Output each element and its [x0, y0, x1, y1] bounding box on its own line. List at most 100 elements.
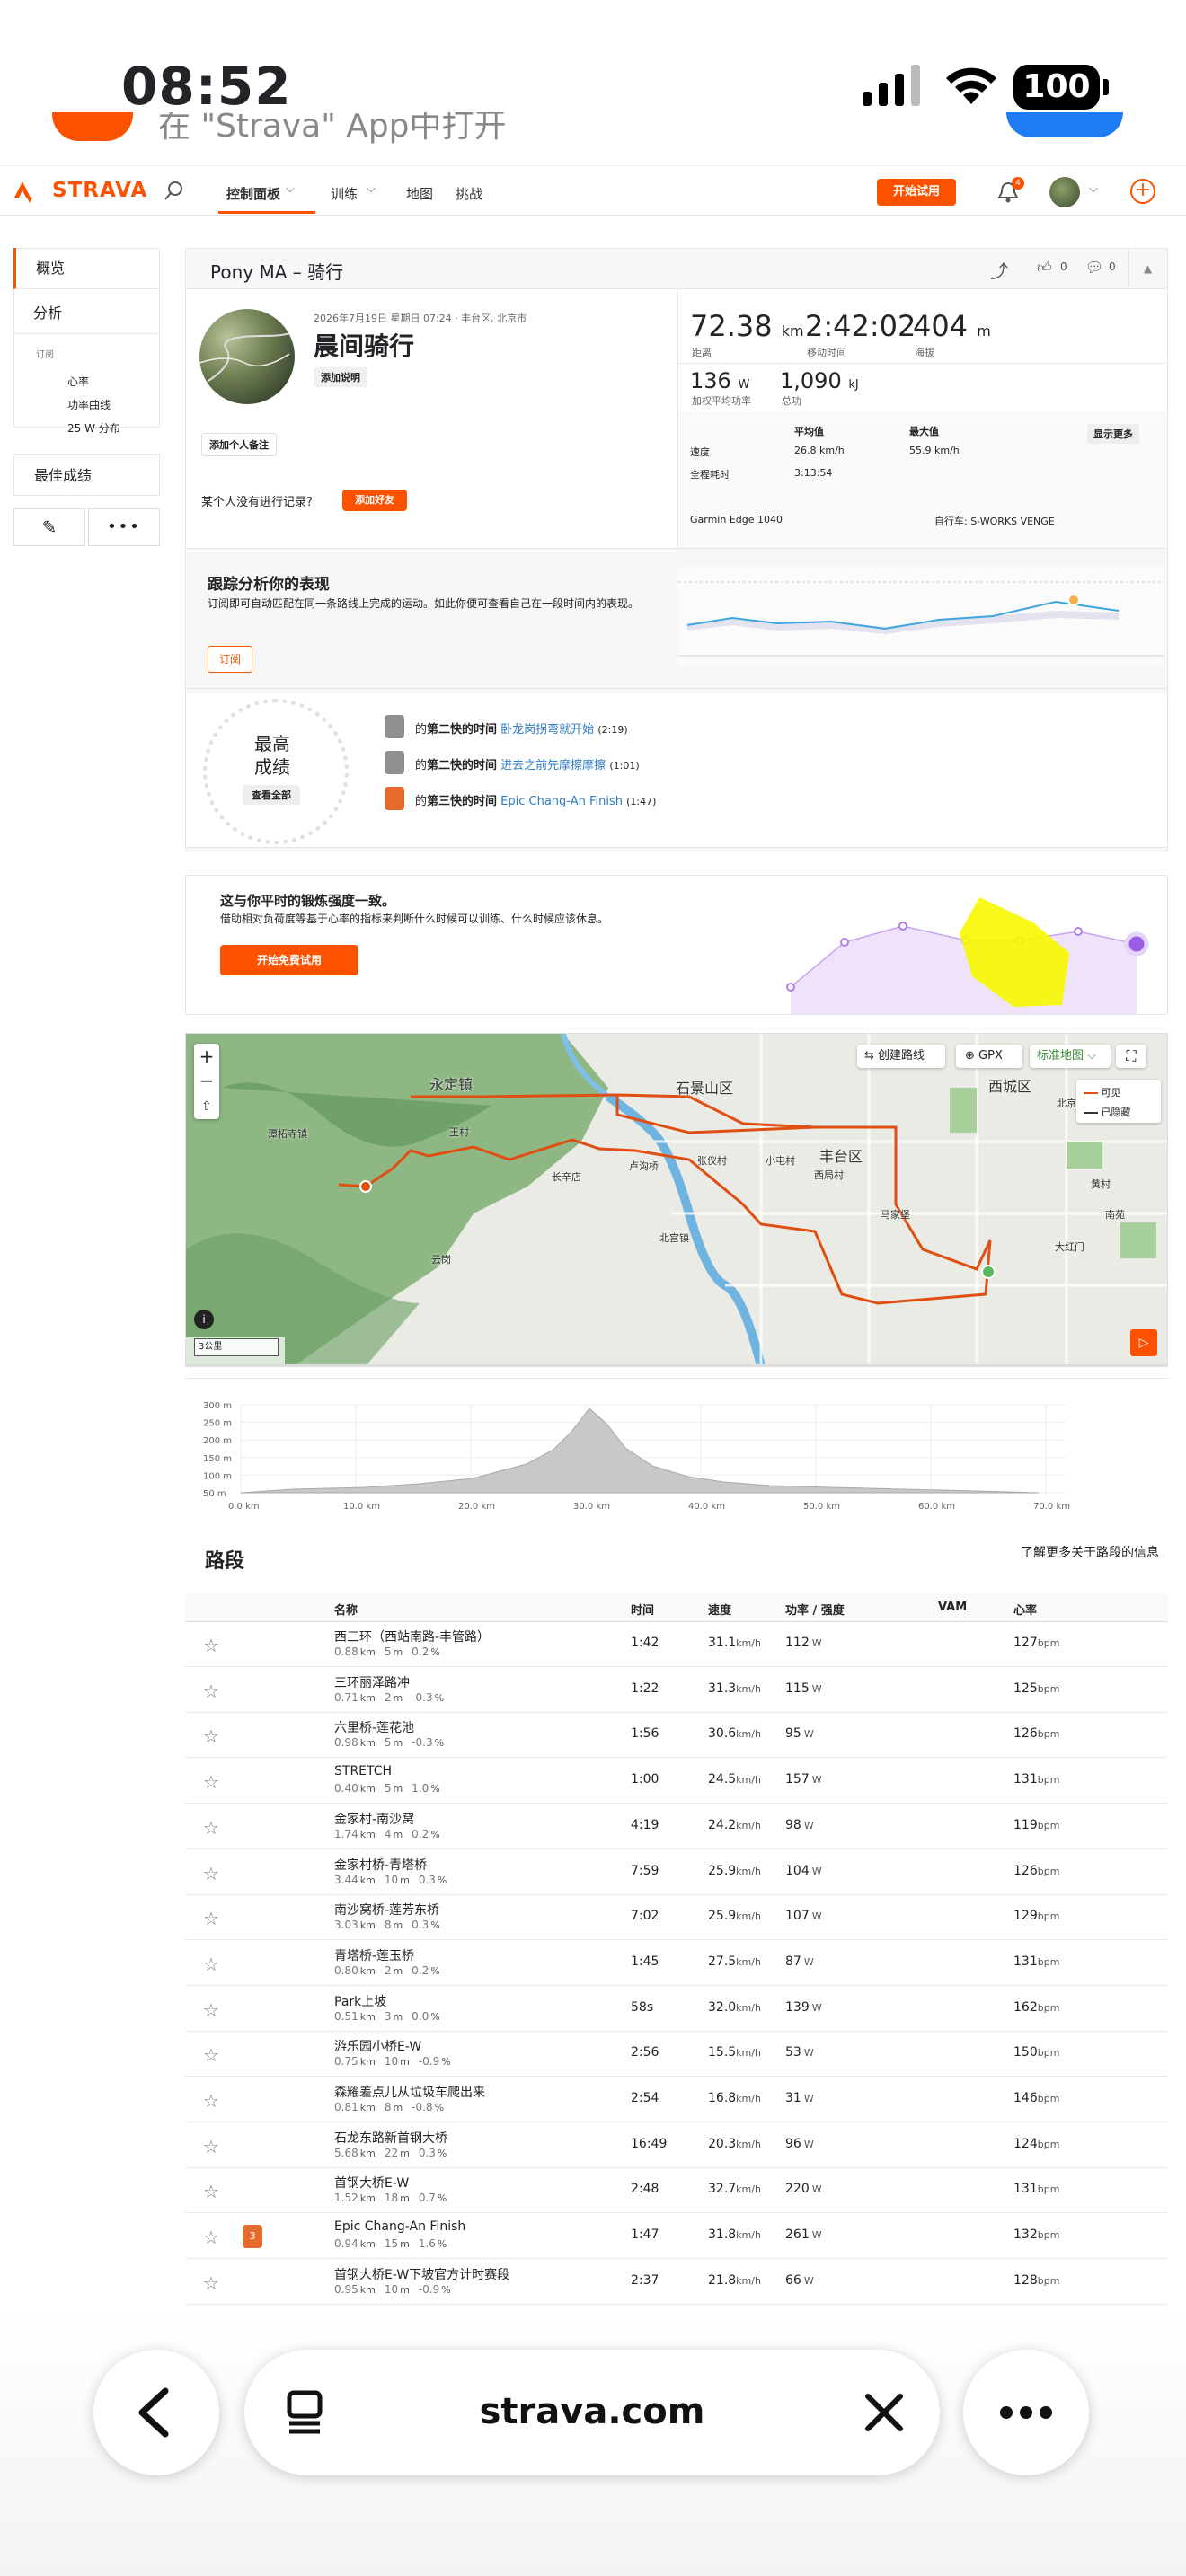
- segments-column-header[interactable]: VAM: [938, 1601, 967, 1614]
- open-in-app-banner[interactable]: 在 "Strava" App中打开: [0, 112, 1186, 166]
- best-effort-segment-link[interactable]: Epic Chang-An Finish: [500, 795, 623, 808]
- map-resize-handle[interactable]: [185, 1365, 1168, 1367]
- strava-logo-icon[interactable]: [14, 181, 34, 203]
- segment-name-link[interactable]: 六里桥-莲花池: [334, 1718, 414, 1736]
- segments-column-header[interactable]: 速度: [708, 1601, 731, 1618]
- info-icon[interactable]: i: [194, 1310, 214, 1329]
- best-effort-item[interactable]: 的第二快的时间 进去之前先摩擦摩擦 (1:01): [415, 755, 640, 772]
- add-plus-icon[interactable]: +: [1130, 179, 1155, 204]
- segment-row[interactable]: ☆ 三环丽泽路冲 0.71 km 2 m -0.3% 1:22 31.3km/h 115 W 125b…: [185, 1668, 1168, 1713]
- segment-name-link[interactable]: 青塔桥-莲玉桥: [334, 1946, 414, 1964]
- edit-pencil-icon[interactable]: ✎: [13, 508, 85, 546]
- add-private-note-button[interactable]: 添加个人备注: [201, 433, 277, 456]
- star-icon[interactable]: ☆: [203, 2090, 219, 2112]
- segment-row[interactable]: ☆ 首钢大桥E-W下坡官方计时赛段 0.95 km 10 m -0.9% 2:37 21.8km…: [185, 2260, 1168, 2305]
- url-text[interactable]: strava.com: [244, 2391, 940, 2432]
- more-menu-button[interactable]: [963, 2350, 1089, 2475]
- collapse-icon[interactable]: ▲: [1128, 250, 1166, 287]
- nav-dashboard[interactable]: 控制面板: [226, 184, 280, 203]
- segment-name-link[interactable]: 金家村-南沙窝: [334, 1810, 414, 1828]
- compass-icon[interactable]: ⇧: [194, 1094, 219, 1119]
- sidebar-item-power-distribution[interactable]: 25 W 分布: [67, 420, 120, 436]
- sidebar-item-overview[interactable]: 概览: [13, 248, 160, 289]
- star-icon[interactable]: ☆: [203, 1817, 219, 1839]
- star-icon[interactable]: ☆: [203, 2044, 219, 2066]
- zoom-out-button[interactable]: −: [194, 1069, 219, 1094]
- play-flyover-icon[interactable]: ▷: [1130, 1329, 1157, 1356]
- gpx-download-button[interactable]: ⊕ GPX: [956, 1045, 1022, 1068]
- star-icon[interactable]: ☆: [203, 2272, 219, 2294]
- segment-name-link[interactable]: 石龙东路新首钢大桥: [334, 2129, 447, 2147]
- segments-column-header[interactable]: 心率: [1013, 1601, 1037, 1618]
- segment-row[interactable]: ☆ 西三环（西站南路-丰管路） 0.88 km 5 m 0.2% 1:42 31.1km/h 11…: [185, 1622, 1168, 1667]
- segment-row[interactable]: ☆ Park上坡 0.51 km 3 m 0.0% 58s 32.0km/h 139 W 162bpm: [185, 1987, 1168, 2032]
- segment-row[interactable]: ☆ 金家村-南沙窝 1.74 km 4 m 0.2% 4:19 24.2km/h 98 W 119bp…: [185, 1804, 1168, 1849]
- star-icon[interactable]: ☆: [203, 1771, 219, 1793]
- nav-maps[interactable]: 地图: [406, 184, 433, 203]
- segment-name-link[interactable]: 森耀差点儿从垃圾车爬出来: [334, 2083, 485, 2101]
- segment-name-link[interactable]: 西三环（西站南路-丰管路）: [334, 1628, 490, 1645]
- segment-row[interactable]: ☆ 游乐园小桥E-W 0.75 km 10 m -0.9% 2:56 15.5km/h 53 W 15…: [185, 2032, 1168, 2078]
- segment-row[interactable]: ☆ STRETCH 0.40 km 5 m 1.0% 1:00 24.5km/h 157 W 131b…: [185, 1759, 1168, 1804]
- segment-name-link[interactable]: 首钢大桥E-W: [334, 2174, 409, 2192]
- subscribe-button[interactable]: 订阅: [208, 646, 252, 673]
- start-free-trial-button[interactable]: 开始免费试用: [220, 945, 358, 975]
- map-style-select[interactable]: 标准地图 ⌵: [1030, 1045, 1111, 1068]
- star-icon[interactable]: ☆: [203, 1681, 219, 1702]
- open-app-button[interactable]: [1006, 112, 1123, 137]
- thumbs-up-icon[interactable]: 👍︎: [1037, 259, 1052, 277]
- star-icon[interactable]: ☆: [203, 1954, 219, 1975]
- best-effort-segment-link[interactable]: 进去之前先摩擦摩擦: [500, 759, 606, 772]
- segment-row[interactable]: ☆ 首钢大桥E-W 1.52 km 18 m 0.7% 2:48 32.7km/h 220 W 131…: [185, 2168, 1168, 2214]
- segment-name-link[interactable]: 金家村桥-青塔桥: [334, 1856, 427, 1874]
- star-icon[interactable]: ☆: [203, 2181, 219, 2202]
- create-route-button[interactable]: ⇆ 创建路线: [857, 1045, 945, 1068]
- segment-row[interactable]: ☆ 3 Epic Chang-An Finish 0.94 km 15 m 1.6% 1:47 3…: [185, 2214, 1168, 2260]
- segment-name-link[interactable]: Park上坡: [334, 1992, 386, 2010]
- segment-name-link[interactable]: 首钢大桥E-W下坡官方计时赛段: [334, 2265, 509, 2283]
- back-button[interactable]: [93, 2350, 219, 2475]
- show-more-button[interactable]: 显示更多: [1087, 424, 1139, 444]
- nav-training[interactable]: 训练: [331, 184, 358, 203]
- segment-row[interactable]: ☆ 石龙东路新首钢大桥 5.68 km 22 m 0.3% 16:49 20.3km/h 96 W 1…: [185, 2123, 1168, 2168]
- star-icon[interactable]: ☆: [203, 1908, 219, 1929]
- view-all-button[interactable]: 查看全部: [243, 785, 300, 805]
- best-effort-item[interactable]: 的第三快的时间 Epic Chang-An Finish (1:47): [415, 791, 656, 808]
- star-icon[interactable]: ☆: [203, 2136, 219, 2157]
- star-icon[interactable]: ☆: [203, 1635, 219, 1656]
- add-description-button[interactable]: 添加说明: [314, 367, 367, 387]
- segment-row[interactable]: ☆ 青塔桥-莲玉桥 0.80 km 2 m 0.2% 1:45 27.5km/h 87 W 131bp…: [185, 1941, 1168, 1986]
- segments-column-header[interactable]: 时间: [631, 1601, 654, 1618]
- sidebar-item-analysis[interactable]: 分析: [13, 293, 160, 334]
- segment-name-link[interactable]: Epic Chang-An Finish: [334, 2219, 465, 2234]
- chevron-down-icon[interactable]: ⌵: [1089, 182, 1098, 196]
- start-trial-button[interactable]: 开始试用: [877, 179, 956, 206]
- nav-challenges[interactable]: 挑战: [456, 184, 482, 203]
- address-bar[interactable]: strava.com: [244, 2350, 940, 2475]
- segment-row[interactable]: ☆ 南沙窝桥-莲芳东桥 3.03 km 8 m 0.3% 7:02 25.9km/h 107 W 12…: [185, 1895, 1168, 1941]
- segment-name-link[interactable]: STRETCH: [334, 1764, 392, 1778]
- fullscreen-icon[interactable]: ⛶: [1116, 1045, 1146, 1068]
- strava-logo-text[interactable]: STRAVA: [52, 179, 147, 202]
- avatar[interactable]: [1049, 177, 1080, 207]
- sidebar-item-best-efforts[interactable]: 最佳成绩: [13, 454, 160, 496]
- activity-title[interactable]: 晨间骑行: [314, 327, 414, 363]
- segment-name-link[interactable]: 南沙窝桥-莲芳东桥: [334, 1901, 439, 1919]
- star-icon[interactable]: ☆: [203, 2227, 219, 2248]
- activity-photo[interactable]: [199, 309, 295, 404]
- star-icon[interactable]: ☆: [203, 1999, 219, 2021]
- segment-name-link[interactable]: 三环丽泽路冲: [334, 1673, 410, 1691]
- add-friend-button[interactable]: 添加好友: [342, 490, 407, 511]
- zoom-in-button[interactable]: +: [194, 1044, 219, 1069]
- sidebar-item-power-curve[interactable]: 功率曲线: [67, 397, 111, 412]
- sidebar-item-heart-rate[interactable]: 心率: [67, 374, 89, 389]
- segments-column-header[interactable]: 功率 / 强度: [785, 1601, 845, 1618]
- segment-row[interactable]: ☆ 森耀差点儿从垃圾车爬出来 0.81 km 8 m -0.8% 2:54 16.8km/h 31…: [185, 2078, 1168, 2122]
- star-icon[interactable]: ☆: [203, 1863, 219, 1884]
- segments-learn-more-link[interactable]: 了解更多关于路段的信息: [1021, 1543, 1159, 1561]
- segment-row[interactable]: ☆ 六里桥-莲花池 0.98 km 5 m -0.3% 1:56 30.6km/h 95 W 126b…: [185, 1713, 1168, 1759]
- more-actions-icon[interactable]: •••: [88, 508, 160, 546]
- best-effort-item[interactable]: 的第二快的时间 卧龙岗拐弯就开始 (2:19): [415, 719, 628, 737]
- segment-name-link[interactable]: 游乐园小桥E-W: [334, 2037, 421, 2055]
- share-icon[interactable]: ⤴: [990, 257, 1008, 283]
